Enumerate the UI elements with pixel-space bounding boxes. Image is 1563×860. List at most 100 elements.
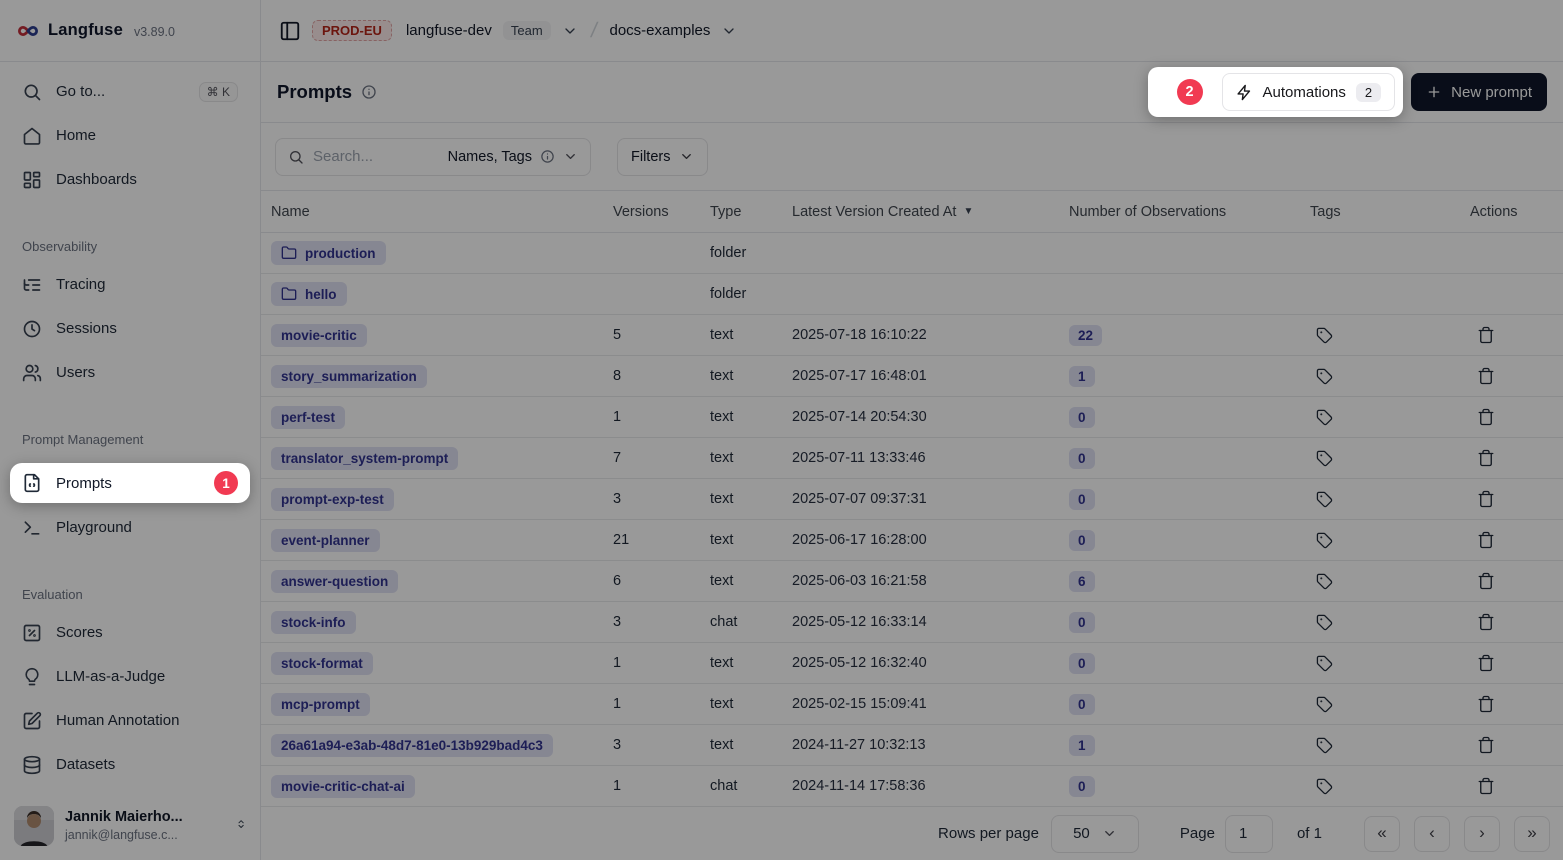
tag-icon[interactable]	[1310, 526, 1338, 554]
prompt-name-badge[interactable]: movie-critic	[271, 324, 367, 347]
search-input[interactable]	[313, 148, 421, 165]
sidebar-item-dashboards[interactable]: Dashboards	[12, 165, 248, 194]
rows-per-page-select[interactable]: 50	[1051, 815, 1139, 853]
tag-icon[interactable]	[1310, 321, 1338, 349]
sidebar-item-human-annotation[interactable]: Human Annotation	[12, 706, 248, 735]
prompt-name-badge[interactable]: stock-format	[271, 652, 373, 675]
project-name[interactable]: docs-examples	[610, 22, 711, 39]
prompt-name-badge[interactable]: stock-info	[271, 611, 356, 634]
table-row[interactable]: answer-question 6 text 2025-06-03 16:21:…	[261, 561, 1563, 602]
delete-icon[interactable]	[1472, 321, 1500, 349]
prompt-name-badge[interactable]: mcp-prompt	[271, 693, 370, 716]
sidebar-item-playground[interactable]: Playground	[12, 513, 248, 542]
sidebar-item-sessions[interactable]: Sessions	[12, 314, 248, 343]
delete-icon[interactable]	[1472, 567, 1500, 595]
versions-cell: 3	[613, 614, 710, 630]
tag-icon[interactable]	[1310, 444, 1338, 472]
previous-page-button[interactable]: ‹	[1414, 816, 1450, 852]
delete-icon[interactable]	[1472, 403, 1500, 431]
type-cell: text	[710, 532, 792, 548]
prompts-table: Name Versions Type Latest Version Create…	[261, 190, 1563, 807]
table-row[interactable]: stock-info 3 chat 2025-05-12 16:33:14 0	[261, 602, 1563, 643]
delete-icon[interactable]	[1472, 608, 1500, 636]
search-scope-select[interactable]: Names, Tags	[448, 149, 578, 165]
table-row[interactable]: 26a61a94-e3ab-48d7-81e0-13b929bad4c3 3 t…	[261, 725, 1563, 766]
org-name[interactable]: langfuse-dev	[406, 22, 492, 39]
table-row[interactable]: movie-critic-chat-ai 1 chat 2024-11-14 1…	[261, 766, 1563, 807]
column-header-observations[interactable]: Number of Observations	[1069, 204, 1310, 220]
last-page-button[interactable]: »	[1514, 816, 1550, 852]
filters-button[interactable]: Filters	[617, 138, 708, 176]
table-row[interactable]: hello folder	[261, 274, 1563, 315]
column-header-name[interactable]: Name	[271, 204, 613, 220]
new-prompt-button[interactable]: New prompt	[1411, 73, 1547, 111]
table-row[interactable]: movie-critic 5 text 2025-07-18 16:10:22 …	[261, 315, 1563, 356]
delete-icon[interactable]	[1472, 362, 1500, 390]
tag-icon[interactable]	[1310, 772, 1338, 800]
prompt-name: perf-test	[281, 410, 335, 425]
prompt-name-badge[interactable]: prompt-exp-test	[271, 488, 394, 511]
sidebar-item-prompts[interactable]: Prompts 1	[10, 463, 250, 503]
column-header-versions[interactable]: Versions	[613, 204, 710, 220]
prompt-name-badge[interactable]: production	[271, 241, 386, 265]
tag-icon[interactable]	[1310, 690, 1338, 718]
user-account-menu[interactable]: Jannik Maierho... jannik@langfuse.c...	[0, 794, 260, 860]
sidebar-item-home[interactable]: Home	[12, 121, 248, 150]
sidebar-item-tracing[interactable]: Tracing	[12, 270, 248, 299]
info-icon[interactable]	[361, 84, 377, 100]
table-row[interactable]: production folder	[261, 233, 1563, 274]
table-row[interactable]: perf-test 1 text 2025-07-14 20:54:30 0	[261, 397, 1563, 438]
page-number-input[interactable]	[1225, 815, 1273, 853]
delete-icon[interactable]	[1472, 444, 1500, 472]
chevron-down-icon[interactable]	[721, 23, 737, 39]
table-row[interactable]: stock-format 1 text 2025-05-12 16:32:40 …	[261, 643, 1563, 684]
sidebar-item-users[interactable]: Users	[12, 358, 248, 387]
delete-icon[interactable]	[1472, 649, 1500, 677]
column-header-type[interactable]: Type	[710, 204, 792, 220]
prompt-name-badge[interactable]: movie-critic-chat-ai	[271, 775, 415, 798]
chevron-down-icon[interactable]	[562, 23, 578, 39]
tag-icon[interactable]	[1310, 485, 1338, 513]
sidebar-toggle-icon[interactable]	[279, 20, 301, 42]
delete-icon[interactable]	[1472, 526, 1500, 554]
info-icon[interactable]	[540, 149, 555, 164]
table-row[interactable]: story_summarization 8 text 2025-07-17 16…	[261, 356, 1563, 397]
table-row[interactable]: translator_system-prompt 7 text 2025-07-…	[261, 438, 1563, 479]
observations-cell: 1	[1069, 735, 1310, 756]
prompt-name-badge[interactable]: perf-test	[271, 406, 345, 429]
versions-cell: 21	[613, 532, 710, 548]
sidebar-item-goto[interactable]: Go to... ⌘ K	[12, 77, 248, 106]
next-page-button[interactable]: ›	[1464, 816, 1500, 852]
tag-icon[interactable]	[1310, 731, 1338, 759]
tag-icon[interactable]	[1310, 567, 1338, 595]
tag-icon[interactable]	[1310, 403, 1338, 431]
tag-icon[interactable]	[1310, 608, 1338, 636]
versions-cell: 1	[613, 778, 710, 794]
prompt-name-badge[interactable]: story_summarization	[271, 365, 427, 388]
automations-button[interactable]: Automations 2	[1222, 73, 1396, 111]
delete-icon[interactable]	[1472, 772, 1500, 800]
prompt-name-badge[interactable]: 26a61a94-e3ab-48d7-81e0-13b929bad4c3	[271, 734, 553, 757]
prompt-name: stock-info	[281, 615, 346, 630]
table-row[interactable]: mcp-prompt 1 text 2025-02-15 15:09:41 0	[261, 684, 1563, 725]
delete-icon[interactable]	[1472, 485, 1500, 513]
prompt-name-badge[interactable]: answer-question	[271, 570, 398, 593]
table-row[interactable]: prompt-exp-test 3 text 2025-07-07 09:37:…	[261, 479, 1563, 520]
prompt-name-badge[interactable]: event-planner	[271, 529, 380, 552]
column-header-tags[interactable]: Tags	[1310, 204, 1470, 220]
sidebar-item-datasets[interactable]: Datasets	[12, 750, 248, 779]
prompt-name-badge[interactable]: translator_system-prompt	[271, 447, 458, 470]
tag-icon[interactable]	[1310, 649, 1338, 677]
tag-icon[interactable]	[1310, 362, 1338, 390]
delete-icon[interactable]	[1472, 731, 1500, 759]
column-header-created-at[interactable]: Latest Version Created At▼	[792, 204, 1069, 220]
sidebar-item-scores[interactable]: Scores	[12, 618, 248, 647]
delete-icon[interactable]	[1472, 690, 1500, 718]
versions-cell: 6	[613, 573, 710, 589]
table-row[interactable]: event-planner 21 text 2025-06-17 16:28:0…	[261, 520, 1563, 561]
prompt-name-badge[interactable]: hello	[271, 282, 347, 306]
app-version: v3.89.0	[134, 25, 175, 39]
observations-cell: 6	[1069, 571, 1310, 592]
first-page-button[interactable]: «	[1364, 816, 1400, 852]
sidebar-item-llm-judge[interactable]: LLM-as-a-Judge	[12, 662, 248, 691]
